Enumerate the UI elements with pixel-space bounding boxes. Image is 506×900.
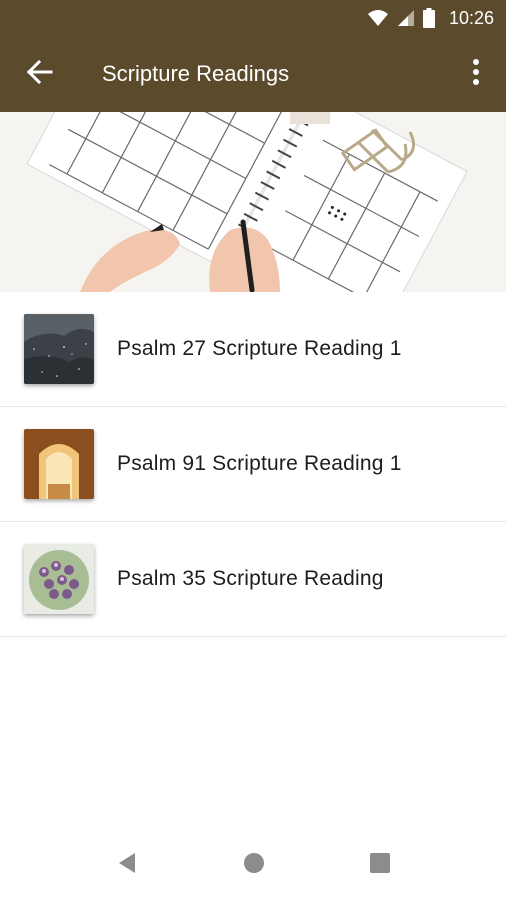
list-item[interactable]: Psalm 35 Scripture Reading — [0, 522, 506, 637]
system-nav-bar — [0, 830, 506, 900]
nav-recents-button[interactable] — [369, 852, 391, 878]
battery-icon — [422, 8, 435, 28]
overflow-menu-button[interactable] — [446, 36, 506, 112]
status-time: 10:26 — [448, 7, 494, 28]
reading-title: Psalm 27 Scripture Reading 1 — [117, 337, 402, 360]
status-bar: 10:26 — [0, 0, 506, 36]
list-item[interactable]: Psalm 91 Scripture Reading 1 — [0, 407, 506, 522]
readings-list: Psalm 27 Scripture Reading 1 Psalm 91 Sc… — [0, 292, 506, 637]
hero-image — [0, 112, 506, 292]
page-title: Scripture Readings — [102, 61, 290, 86]
back-triangle-icon — [117, 852, 137, 879]
home-circle-icon — [243, 852, 265, 879]
wifi-icon — [367, 9, 389, 27]
purple-flowers-thumbnail — [24, 544, 94, 614]
arrow-left-icon — [26, 59, 53, 89]
list-item[interactable]: Psalm 27 Scripture Reading 1 — [0, 292, 506, 407]
starry-rock-thumbnail — [24, 314, 94, 384]
back-button[interactable] — [0, 36, 80, 112]
nav-back-button[interactable] — [116, 852, 138, 879]
recents-square-icon — [370, 852, 390, 878]
nav-home-button[interactable] — [243, 852, 265, 879]
reading-title: Psalm 91 Scripture Reading 1 — [117, 452, 402, 475]
reading-title: Psalm 35 Scripture Reading — [117, 567, 384, 590]
more-vert-icon — [473, 58, 479, 90]
app-toolbar: Scripture Readings — [0, 36, 506, 112]
cell-signal-icon — [397, 9, 415, 27]
empty-tomb-thumbnail — [24, 429, 94, 499]
